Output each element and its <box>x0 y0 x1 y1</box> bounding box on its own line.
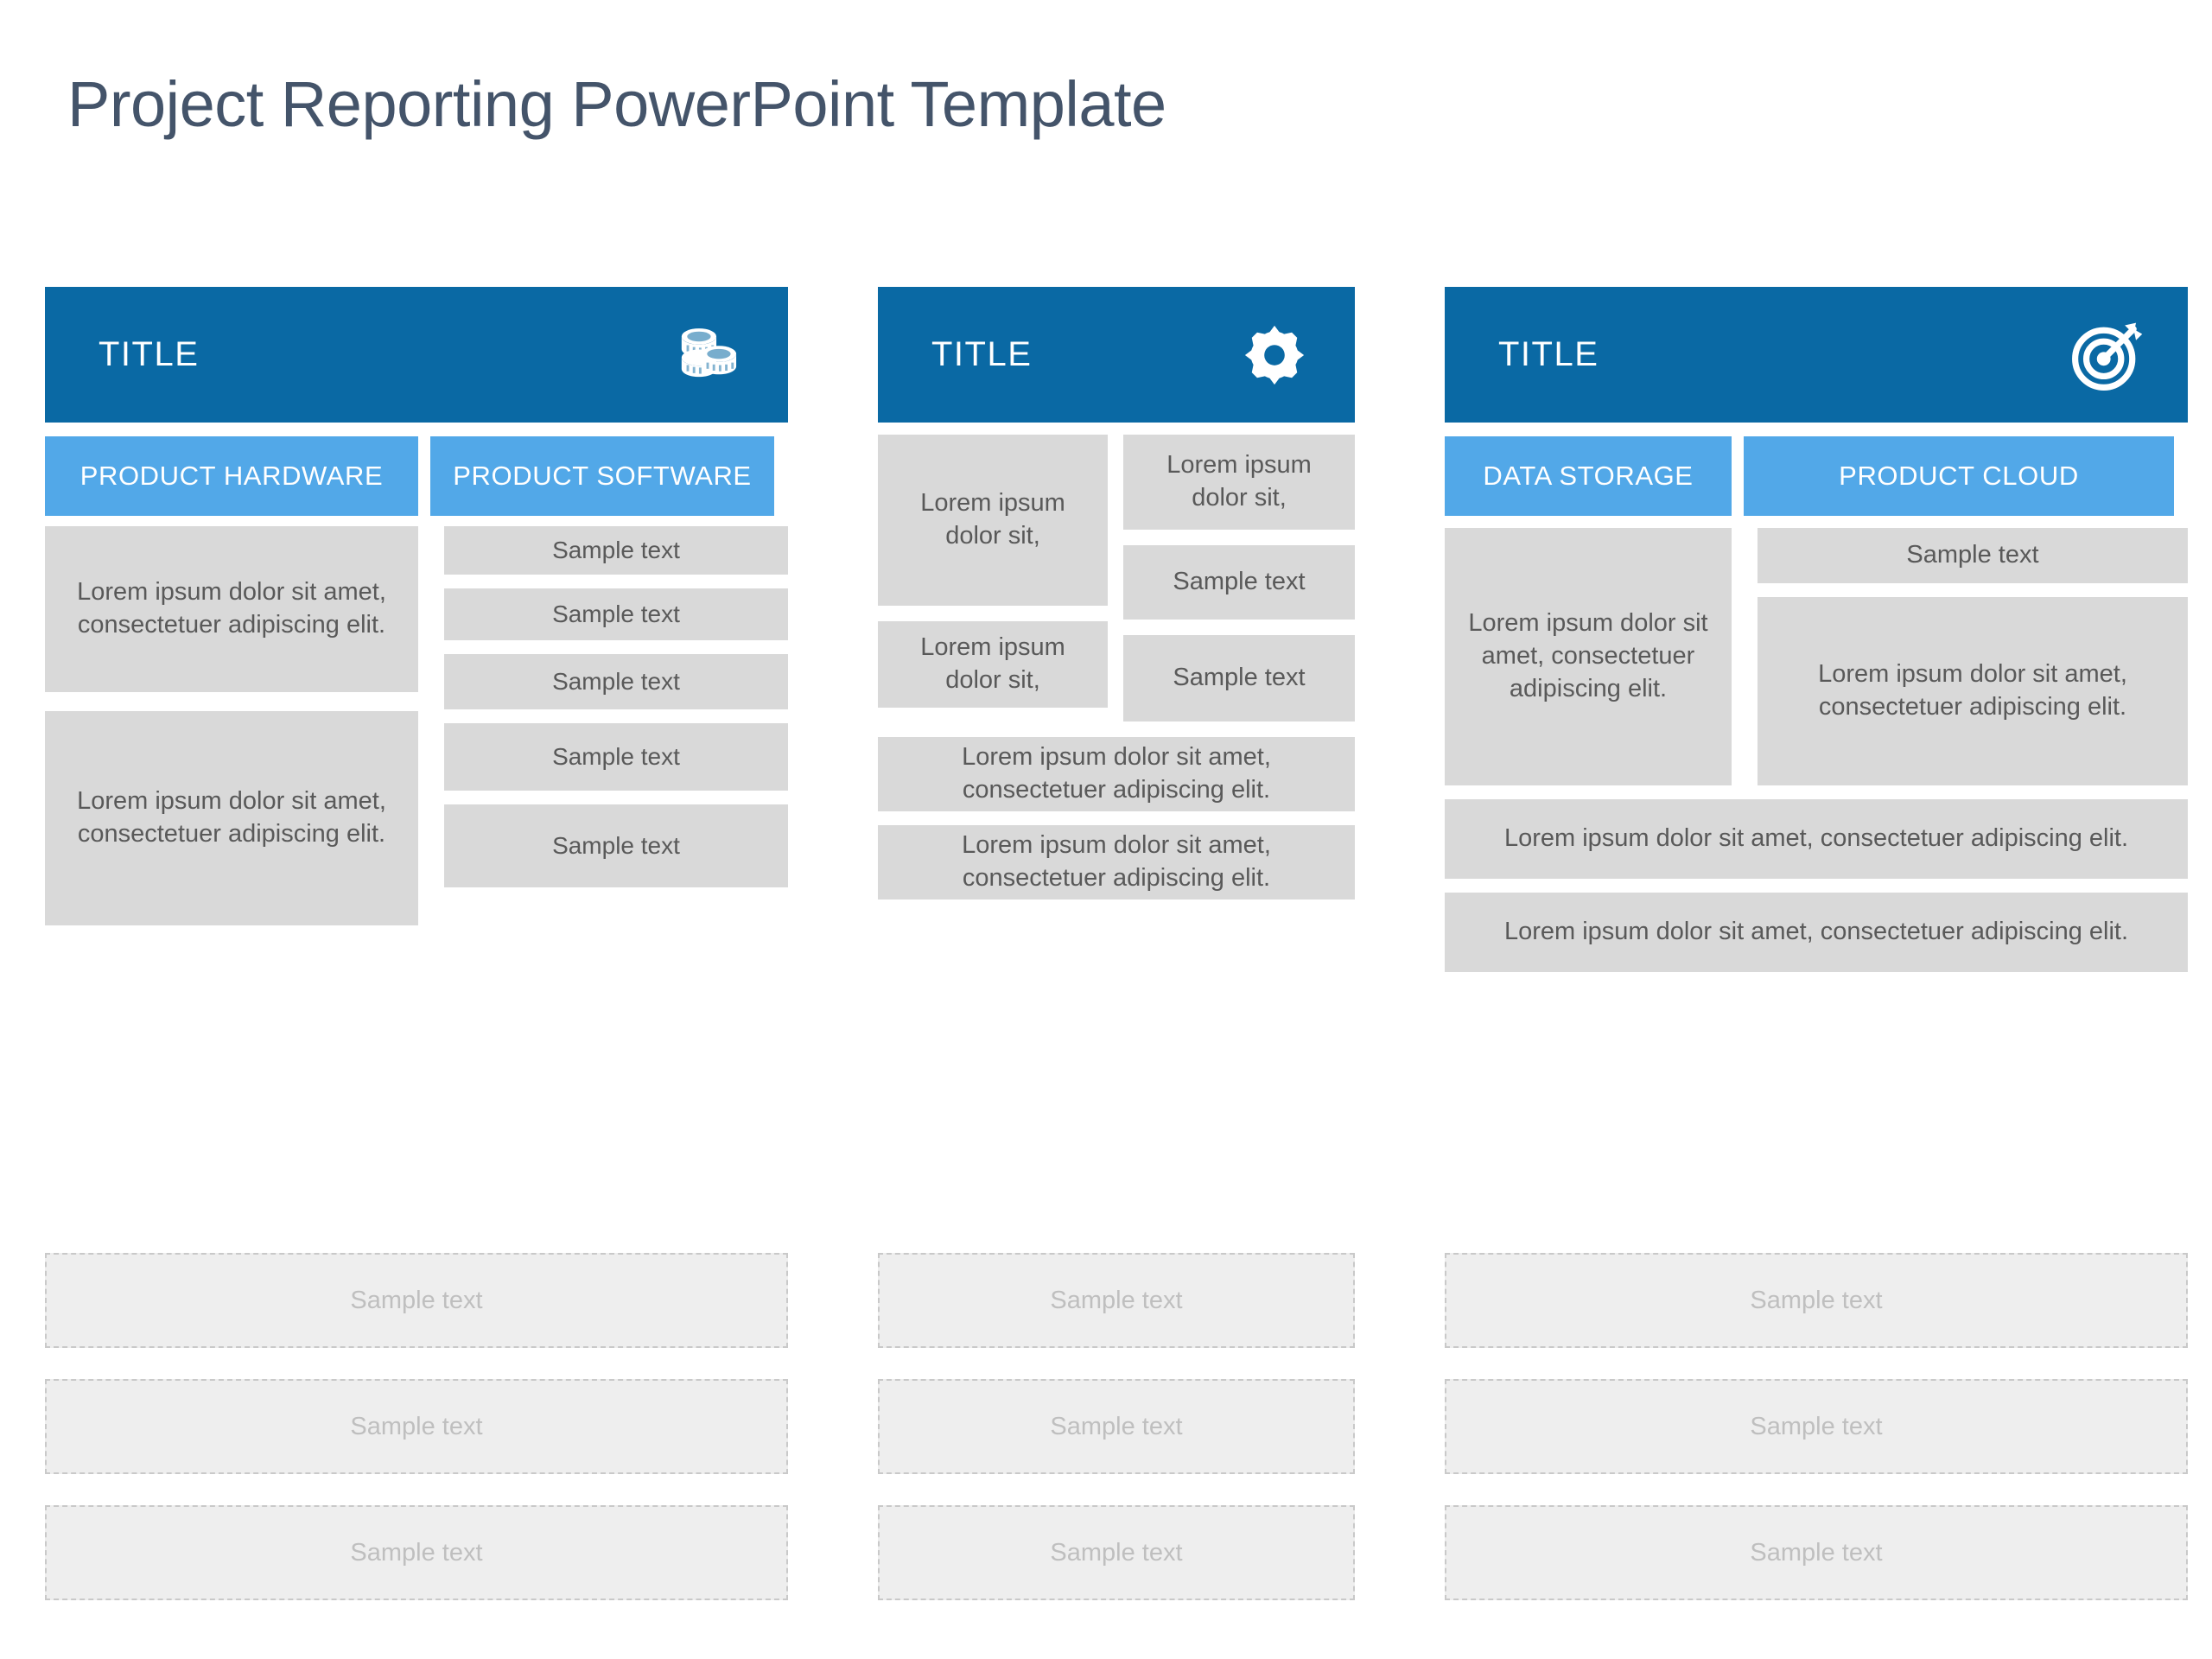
placeholder-box[interactable]: Sample text <box>1445 1505 2188 1600</box>
column-2-left-blocks: Lorem ipsum dolor sit, Lorem ipsum dolor… <box>878 435 1108 721</box>
list-item[interactable]: Sample text <box>444 804 788 887</box>
column-2-rows: Lorem ipsum dolor sit amet, consectetuer… <box>878 737 1355 899</box>
column-1: TITLE PRODUCT HARDWARE PRODUCT SOFTWARE … <box>45 287 788 1600</box>
column-1-header-label: TITLE <box>99 335 200 373</box>
content-block[interactable]: Sample text <box>1123 635 1355 721</box>
list-item[interactable]: Sample text <box>444 526 788 575</box>
subhead-data-storage[interactable]: DATA STORAGE <box>1445 436 1732 516</box>
column-3: TITLE DATA STORAGE PRODUCT CLOUD Lorem i… <box>1445 287 2188 1600</box>
content-block[interactable]: Lorem ipsum dolor sit, <box>878 435 1108 606</box>
content-block[interactable]: Lorem ipsum dolor sit, <box>878 621 1108 708</box>
content-row[interactable]: Lorem ipsum dolor sit amet, consectetuer… <box>1445 799 2188 879</box>
column-3-placeholders: Sample text Sample text Sample text <box>1445 1253 2188 1600</box>
placeholder-box[interactable]: Sample text <box>45 1505 788 1600</box>
column-1-subheads: PRODUCT HARDWARE PRODUCT SOFTWARE <box>45 436 788 516</box>
placeholder-box[interactable]: Sample text <box>45 1379 788 1474</box>
column-2-placeholders: Sample text Sample text Sample text <box>878 1253 1355 1600</box>
content-block[interactable]: Lorem ipsum dolor sit amet, consectetuer… <box>45 711 418 925</box>
slide-canvas: Project Reporting PowerPoint Template TI… <box>0 0 2212 1659</box>
columns-container: TITLE PRODUCT HARDWARE PRODUCT SOFTWARE … <box>45 287 2188 1600</box>
column-1-right-blocks: Sample text Sample text Sample text Samp… <box>444 526 788 925</box>
content-row[interactable]: Lorem ipsum dolor sit amet, consectetuer… <box>878 825 1355 899</box>
coins-stack-icon <box>665 313 750 397</box>
content-row[interactable]: Lorem ipsum dolor sit amet, consectetuer… <box>878 737 1355 811</box>
placeholder-box[interactable]: Sample text <box>1445 1379 2188 1474</box>
content-row[interactable]: Lorem ipsum dolor sit amet, consectetuer… <box>1445 893 2188 972</box>
column-3-right-blocks: Sample text Lorem ipsum dolor sit amet, … <box>1758 528 2188 785</box>
content-block[interactable]: Sample text <box>1123 545 1355 620</box>
placeholder-box[interactable]: Sample text <box>1445 1253 2188 1348</box>
column-2-header[interactable]: TITLE <box>878 287 1355 423</box>
column-3-header-label: TITLE <box>1498 335 1599 373</box>
column-3-grid: Lorem ipsum dolor sit amet, consectetuer… <box>1445 528 2188 785</box>
subhead-product-hardware[interactable]: PRODUCT HARDWARE <box>45 436 418 516</box>
column-3-body: Lorem ipsum dolor sit amet, consectetuer… <box>1445 528 2188 972</box>
column-3-left-blocks: Lorem ipsum dolor sit amet, consectetuer… <box>1445 528 1732 785</box>
column-2: TITLE Lorem ipsum dolor sit, Lorem ipsum… <box>878 287 1355 1600</box>
column-3-subheads: DATA STORAGE PRODUCT CLOUD <box>1445 436 2188 516</box>
subhead-product-cloud[interactable]: PRODUCT CLOUD <box>1744 436 2174 516</box>
content-block[interactable]: Lorem ipsum dolor sit amet, consectetuer… <box>45 526 418 692</box>
placeholder-box[interactable]: Sample text <box>878 1379 1355 1474</box>
content-block[interactable]: Sample text <box>1758 528 2188 583</box>
content-block[interactable]: Lorem ipsum dolor sit amet, consectetuer… <box>1445 528 1732 785</box>
column-2-header-label: TITLE <box>931 335 1033 373</box>
column-2-body: Lorem ipsum dolor sit, Lorem ipsum dolor… <box>878 435 1355 899</box>
column-1-placeholders: Sample text Sample text Sample text <box>45 1253 788 1600</box>
list-item[interactable]: Sample text <box>444 723 788 791</box>
content-block[interactable]: Lorem ipsum dolor sit amet, consectetuer… <box>1758 597 2188 785</box>
column-1-header[interactable]: TITLE <box>45 287 788 423</box>
target-arrow-icon <box>2065 313 2150 397</box>
content-block[interactable]: Lorem ipsum dolor sit, <box>1123 435 1355 530</box>
column-1-body: Lorem ipsum dolor sit amet, consectetuer… <box>45 526 788 925</box>
list-item[interactable]: Sample text <box>444 588 788 640</box>
gear-icon <box>1232 313 1317 397</box>
placeholder-box[interactable]: Sample text <box>878 1253 1355 1348</box>
column-3-header[interactable]: TITLE <box>1445 287 2188 423</box>
column-1-left-blocks: Lorem ipsum dolor sit amet, consectetuer… <box>45 526 418 925</box>
page-title: Project Reporting PowerPoint Template <box>67 68 1166 140</box>
column-2-right-blocks: Lorem ipsum dolor sit, Sample text Sampl… <box>1123 435 1355 721</box>
list-item[interactable]: Sample text <box>444 654 788 709</box>
column-2-grid: Lorem ipsum dolor sit, Lorem ipsum dolor… <box>878 435 1355 721</box>
column-3-rows: Lorem ipsum dolor sit amet, consectetuer… <box>1445 799 2188 972</box>
subhead-product-software[interactable]: PRODUCT SOFTWARE <box>430 436 774 516</box>
placeholder-box[interactable]: Sample text <box>45 1253 788 1348</box>
placeholder-box[interactable]: Sample text <box>878 1505 1355 1600</box>
